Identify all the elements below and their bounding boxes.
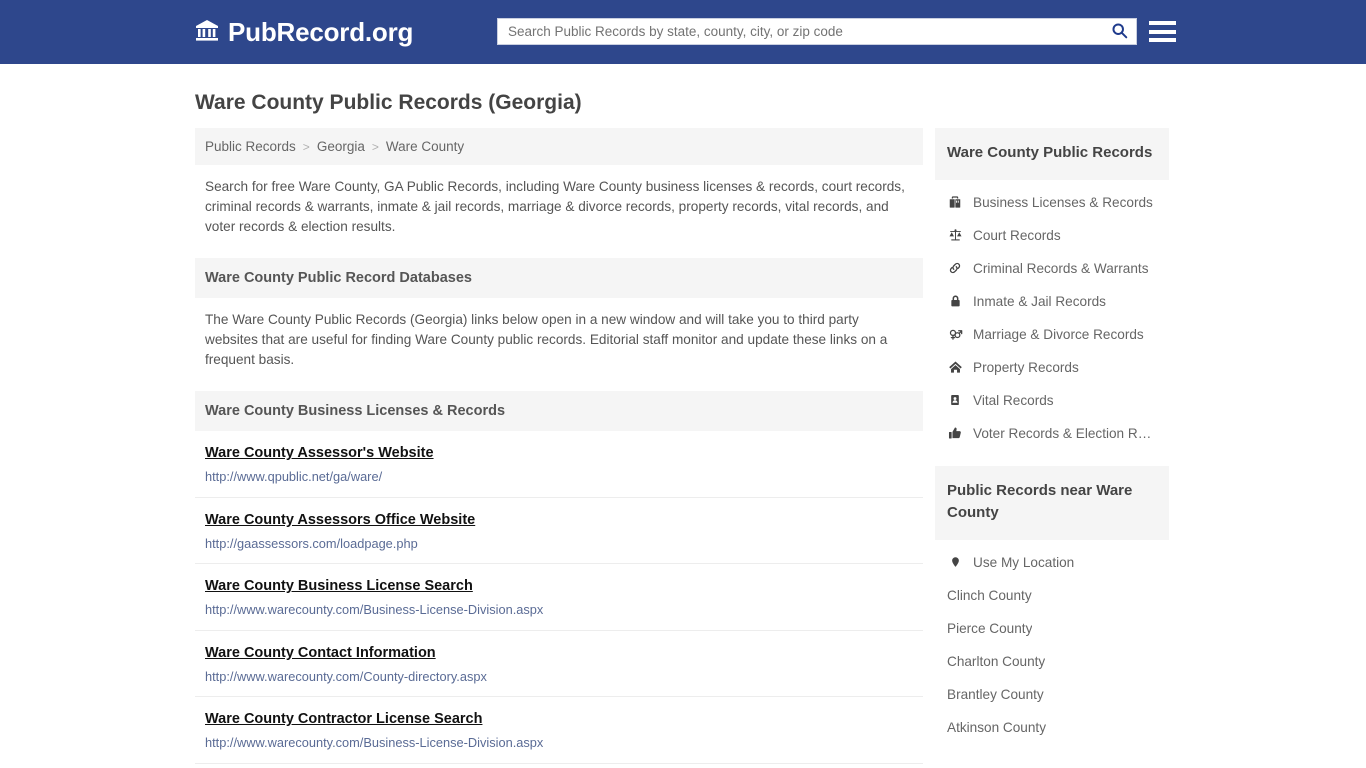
- search-icon: [1111, 22, 1128, 42]
- site-logo[interactable]: PubRecord.org: [195, 18, 413, 47]
- scales-of-justice-icon: [947, 228, 963, 242]
- sidebar-item-label: Court Records: [973, 227, 1061, 243]
- sidebar-item-brantley-county[interactable]: Brantley County: [935, 678, 1169, 711]
- sidebar-item-pierce-county[interactable]: Pierce County: [935, 612, 1169, 645]
- records-panel-list: Business Licenses & Records Court Record…: [935, 180, 1169, 450]
- business-licenses-heading: Ware County Business Licenses & Records: [195, 391, 923, 432]
- sidebar-item-label: Marriage & Divorce Records: [973, 326, 1144, 342]
- record-link-title[interactable]: Ware County Contact Information: [205, 644, 436, 662]
- sidebar-item-label: Clinch County: [947, 587, 1032, 603]
- sidebar-item-marriage-divorce-records[interactable]: Marriage & Divorce Records: [935, 318, 1169, 351]
- nearby-panel-heading: Public Records near Ware County: [935, 465, 1169, 540]
- menu-bar-3: [1149, 38, 1176, 42]
- bank-columns-icon: [195, 18, 219, 47]
- sidebar-item-court-records[interactable]: Court Records: [935, 219, 1169, 252]
- list-item: Ware County Assessors Office Website htt…: [195, 498, 923, 565]
- sidebar-item-atkinson-county[interactable]: Atkinson County: [935, 711, 1169, 744]
- site-header: PubRecord.org: [0, 0, 1366, 64]
- sidebar-item-vital-records[interactable]: Vital Records: [935, 384, 1169, 417]
- map-pin-icon: [947, 555, 963, 569]
- sidebar-item-label: Pierce County: [947, 620, 1033, 636]
- intro-paragraph: Search for free Ware County, GA Public R…: [205, 179, 905, 235]
- sidebar-item-label: Criminal Records & Warrants: [973, 260, 1149, 276]
- databases-heading: Ware County Public Record Databases: [195, 258, 923, 299]
- breadcrumb-separator-2: >: [371, 139, 379, 154]
- see-all-row: See all Ware County Business Licenses & …: [195, 764, 923, 768]
- sidebar-item-charlton-county[interactable]: Charlton County: [935, 645, 1169, 678]
- menu-bar-2: [1149, 29, 1176, 34]
- list-item: Ware County Business License Search http…: [195, 564, 923, 631]
- breadcrumb: Public Records > Georgia > Ware County: [195, 128, 923, 166]
- page-title: Ware County Public Records (Georgia): [195, 91, 582, 114]
- list-item: Ware County Contractor License Search ht…: [195, 697, 923, 764]
- sidebar-item-label: Business Licenses & Records: [973, 194, 1153, 210]
- sidebar-item-label: Voter Records & Election R…: [973, 425, 1152, 441]
- thumbs-up-icon: [947, 426, 963, 440]
- records-panel-heading: Ware County Public Records: [935, 128, 1169, 180]
- sidebar-item-label: Charlton County: [947, 653, 1046, 669]
- databases-description: The Ware County Public Records (Georgia)…: [205, 312, 888, 368]
- list-item: Ware County Contact Information http://w…: [195, 631, 923, 698]
- record-link-url[interactable]: http://www.qpublic.net/ga/ware/: [205, 469, 913, 484]
- record-link-url[interactable]: http://www.warecounty.com/Business-Licen…: [205, 735, 913, 750]
- search-bar[interactable]: [497, 18, 1137, 45]
- list-item: Ware County Assessor's Website http://ww…: [195, 431, 923, 498]
- search-input[interactable]: [498, 19, 1102, 44]
- sidebar-item-label: Atkinson County: [947, 719, 1046, 735]
- nearby-panel: Public Records near Ware County Use My L…: [935, 465, 1169, 744]
- home-icon: [947, 360, 963, 374]
- sidebar-item-clinch-county[interactable]: Clinch County: [935, 579, 1169, 612]
- brand-name: PubRecord.org: [228, 17, 414, 47]
- breadcrumb-item-ware-county[interactable]: Ware County: [386, 139, 464, 154]
- record-link-title[interactable]: Ware County Contractor License Search: [205, 710, 482, 728]
- record-link-list: Ware County Assessor's Website http://ww…: [195, 431, 923, 764]
- sidebar-item-label: Inmate & Jail Records: [973, 293, 1106, 309]
- sidebar-item-label: Property Records: [973, 359, 1079, 375]
- nearby-panel-list: Use My Location Clinch County Pierce Cou…: [935, 540, 1169, 744]
- sidebar-item-criminal-records[interactable]: Criminal Records & Warrants: [935, 252, 1169, 285]
- records-panel: Ware County Public Records Business Lice…: [935, 128, 1169, 450]
- breadcrumb-separator-1: >: [302, 139, 310, 154]
- hamburger-menu-icon[interactable]: [1149, 19, 1176, 44]
- lock-icon: [947, 294, 963, 308]
- sidebar: Ware County Public Records Business Lice…: [935, 128, 1169, 744]
- content-columns: Public Records > Georgia > Ware County S…: [195, 128, 1171, 768]
- breadcrumb-item-public-records[interactable]: Public Records: [205, 139, 296, 154]
- briefcase-icon: [947, 195, 963, 209]
- sidebar-item-use-my-location[interactable]: Use My Location: [935, 546, 1169, 579]
- sidebar-item-inmate-jail-records[interactable]: Inmate & Jail Records: [935, 285, 1169, 318]
- record-link-url[interactable]: http://www.warecounty.com/County-directo…: [205, 669, 913, 684]
- breadcrumb-item-georgia[interactable]: Georgia: [317, 139, 365, 154]
- sidebar-item-label: Use My Location: [973, 554, 1075, 570]
- record-link-url[interactable]: http://gaassessors.com/loadpage.php: [205, 536, 913, 551]
- menu-bar-1: [1149, 21, 1176, 25]
- sidebar-item-label: Vital Records: [973, 392, 1054, 408]
- sidebar-item-business-licenses[interactable]: Business Licenses & Records: [935, 186, 1169, 219]
- record-link-url[interactable]: http://www.warecounty.com/Business-Licen…: [205, 602, 913, 617]
- sidebar-item-label: Brantley County: [947, 686, 1044, 702]
- chain-link-icon: [947, 261, 963, 275]
- record-link-title[interactable]: Ware County Assessor's Website: [205, 444, 434, 462]
- id-badge-icon: [947, 393, 963, 407]
- main-content: Public Records > Georgia > Ware County S…: [195, 128, 923, 768]
- record-link-title[interactable]: Ware County Business License Search: [205, 577, 473, 595]
- record-link-title[interactable]: Ware County Assessors Office Website: [205, 511, 475, 529]
- search-button[interactable]: [1102, 19, 1136, 44]
- sidebar-item-voter-records[interactable]: Voter Records & Election R…: [935, 417, 1169, 450]
- sidebar-item-property-records[interactable]: Property Records: [935, 351, 1169, 384]
- page-container: Ware County Public Records (Georgia) Pub…: [0, 90, 1366, 768]
- venus-mars-icon: [947, 327, 963, 341]
